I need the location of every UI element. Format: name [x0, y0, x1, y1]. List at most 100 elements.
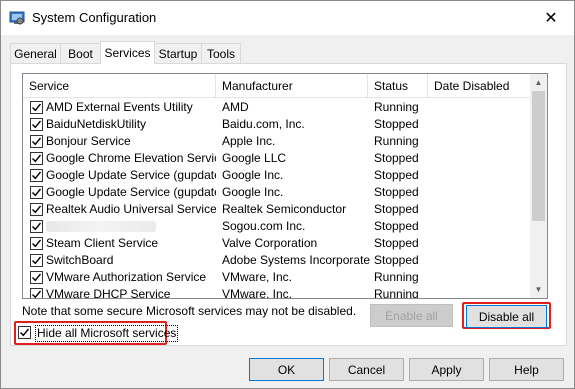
service-name-cell: Realtek Audio Universal Service — [46, 202, 216, 216]
secure-services-note: Note that some secure Microsoft services… — [22, 304, 357, 318]
table-row[interactable]: VMware Authorization Service VMware, Inc.… — [23, 269, 531, 286]
manufacturer-cell: VMware, Inc. — [222, 287, 293, 299]
service-checkbox[interactable] — [30, 237, 43, 250]
hide-ms-services-label[interactable]: Hide all Microsoft services — [35, 325, 179, 342]
status-cell: Stopped — [374, 185, 419, 199]
checkmark-icon — [32, 188, 42, 197]
service-checkbox[interactable] — [30, 271, 43, 284]
table-row[interactable]: BaiduNetdiskUtility Baidu.com, Inc. Stoppe… — [23, 116, 531, 133]
scroll-down-arrow-icon[interactable]: ▼ — [530, 281, 547, 298]
service-checkbox[interactable] — [30, 186, 43, 199]
hide-ms-services-checkbox[interactable] — [18, 326, 31, 339]
help-button[interactable]: Help — [489, 358, 564, 381]
service-checkbox[interactable] — [30, 135, 43, 148]
list-header: Service Manufacturer Status Date Disable… — [23, 74, 531, 98]
tab-tools[interactable]: Tools — [201, 43, 241, 63]
manufacturer-cell: VMware, Inc. — [222, 270, 293, 284]
manufacturer-cell: AMD — [222, 100, 249, 114]
table-row[interactable]: Google Chrome Elevation Servic... Google … — [23, 150, 531, 167]
apply-button[interactable]: Apply — [409, 358, 484, 381]
table-row[interactable]: Google Update Service (gupdatem) Google I… — [23, 184, 531, 201]
table-row[interactable]: Google Update Service (gupdate) Google In… — [23, 167, 531, 184]
services-list[interactable]: Service Manufacturer Status Date Disable… — [22, 73, 548, 299]
manufacturer-cell: Google Inc. — [222, 185, 284, 199]
checkmark-icon — [32, 239, 42, 248]
service-checkbox[interactable] — [30, 288, 43, 298]
service-name-cell: AMD External Events Utility — [46, 100, 193, 114]
service-name-cell: Steam Client Service — [46, 236, 159, 250]
service-checkbox[interactable] — [30, 118, 43, 131]
checkmark-icon — [32, 103, 42, 112]
checkmark-icon — [32, 205, 42, 214]
service-checkbox[interactable] — [30, 169, 43, 182]
column-header-manufacturer[interactable]: Manufacturer — [216, 74, 368, 98]
service-checkbox[interactable] — [30, 220, 43, 233]
service-name-cell: BaiduNetdiskUtility — [46, 117, 147, 131]
enable-all-button[interactable]: Enable all — [370, 304, 453, 327]
status-cell: Running — [374, 270, 419, 284]
service-name-cell: VMware DHCP Service — [46, 287, 171, 299]
tab-services[interactable]: Services — [100, 41, 155, 64]
ok-button[interactable]: OK — [249, 358, 324, 381]
table-row[interactable]: VMware DHCP Service VMware, Inc. Running — [23, 286, 531, 299]
close-icon: ✕ — [544, 10, 558, 27]
table-row[interactable]: Steam Client Service Valve Corporation Sto… — [23, 235, 531, 252]
manufacturer-cell: Google Inc. — [222, 168, 284, 182]
vertical-scrollbar[interactable]: ▲ ▼ — [530, 74, 547, 298]
service-checkbox[interactable] — [30, 152, 43, 165]
manufacturer-cell: Baidu.com, Inc. — [222, 117, 305, 131]
checkmark-icon — [32, 154, 42, 163]
checkmark-icon — [32, 273, 42, 282]
table-row[interactable]: SwitchBoard Adobe Systems Incorporated Sto… — [23, 252, 531, 269]
service-name-cell: VMware Authorization Service — [46, 270, 207, 284]
manufacturer-cell: Sogou.com Inc. — [222, 219, 306, 233]
cancel-button[interactable]: Cancel — [329, 358, 404, 381]
checkmark-icon — [32, 137, 42, 146]
service-checkbox[interactable] — [30, 101, 43, 114]
checkmark-icon — [20, 328, 30, 337]
scroll-up-arrow-icon[interactable]: ▲ — [530, 74, 547, 91]
status-cell: Running — [374, 287, 419, 299]
table-row[interactable]: Bonjour Service Apple Inc. Running — [23, 133, 531, 150]
table-row[interactable]: AMD External Events Utility AMD Running — [23, 99, 531, 116]
manufacturer-cell: Google LLC — [222, 151, 287, 165]
column-header-date-disabled[interactable]: Date Disabled — [428, 74, 531, 98]
checkmark-icon — [32, 120, 42, 129]
obscured-text — [46, 221, 156, 232]
manufacturer-cell: Apple Inc. — [222, 134, 276, 148]
tab-boot[interactable]: Boot — [60, 43, 101, 63]
manufacturer-cell: Adobe Systems Incorporated — [222, 253, 370, 267]
service-name-cell: SwitchBoard — [46, 253, 114, 267]
title-bar: System Configuration ✕ — [1, 1, 574, 35]
status-cell: Running — [374, 134, 419, 148]
status-cell: Stopped — [374, 202, 419, 216]
window-title: System Configuration — [32, 10, 157, 25]
system-configuration-window: System Configuration ✕ General Boot Serv… — [0, 0, 575, 389]
status-cell: Running — [374, 100, 419, 114]
status-cell: Stopped — [374, 236, 419, 250]
checkmark-icon — [32, 256, 42, 265]
tab-general[interactable]: General — [10, 43, 61, 63]
column-header-status[interactable]: Status — [368, 74, 428, 98]
disable-all-button[interactable]: Disable all — [466, 305, 547, 328]
table-row[interactable]: Realtek Audio Universal Service Realtek S… — [23, 201, 531, 218]
table-row[interactable]: Sogou.com Inc. Stopped — [23, 218, 531, 235]
service-name-cell: Google Update Service (gupdate) — [46, 168, 216, 182]
service-name-cell: Google Update Service (gupdatem) — [46, 185, 216, 199]
scroll-thumb[interactable] — [532, 91, 545, 221]
status-cell: Stopped — [374, 151, 419, 165]
status-cell: Stopped — [374, 253, 419, 267]
service-checkbox[interactable] — [30, 254, 43, 267]
manufacturer-cell: Valve Corporation — [222, 236, 318, 250]
service-name-cell: Bonjour Service — [46, 134, 131, 148]
close-button[interactable]: ✕ — [528, 1, 574, 35]
status-cell: Stopped — [374, 219, 419, 233]
checkmark-icon — [32, 290, 42, 298]
tab-startup[interactable]: Startup — [154, 43, 202, 63]
manufacturer-cell: Realtek Semiconductor — [222, 202, 347, 216]
column-header-service[interactable]: Service — [23, 74, 216, 98]
service-rows: AMD External Events Utility AMD Running Bai… — [23, 99, 531, 299]
status-cell: Stopped — [374, 117, 419, 131]
status-cell: Stopped — [374, 168, 419, 182]
service-checkbox[interactable] — [30, 203, 43, 216]
